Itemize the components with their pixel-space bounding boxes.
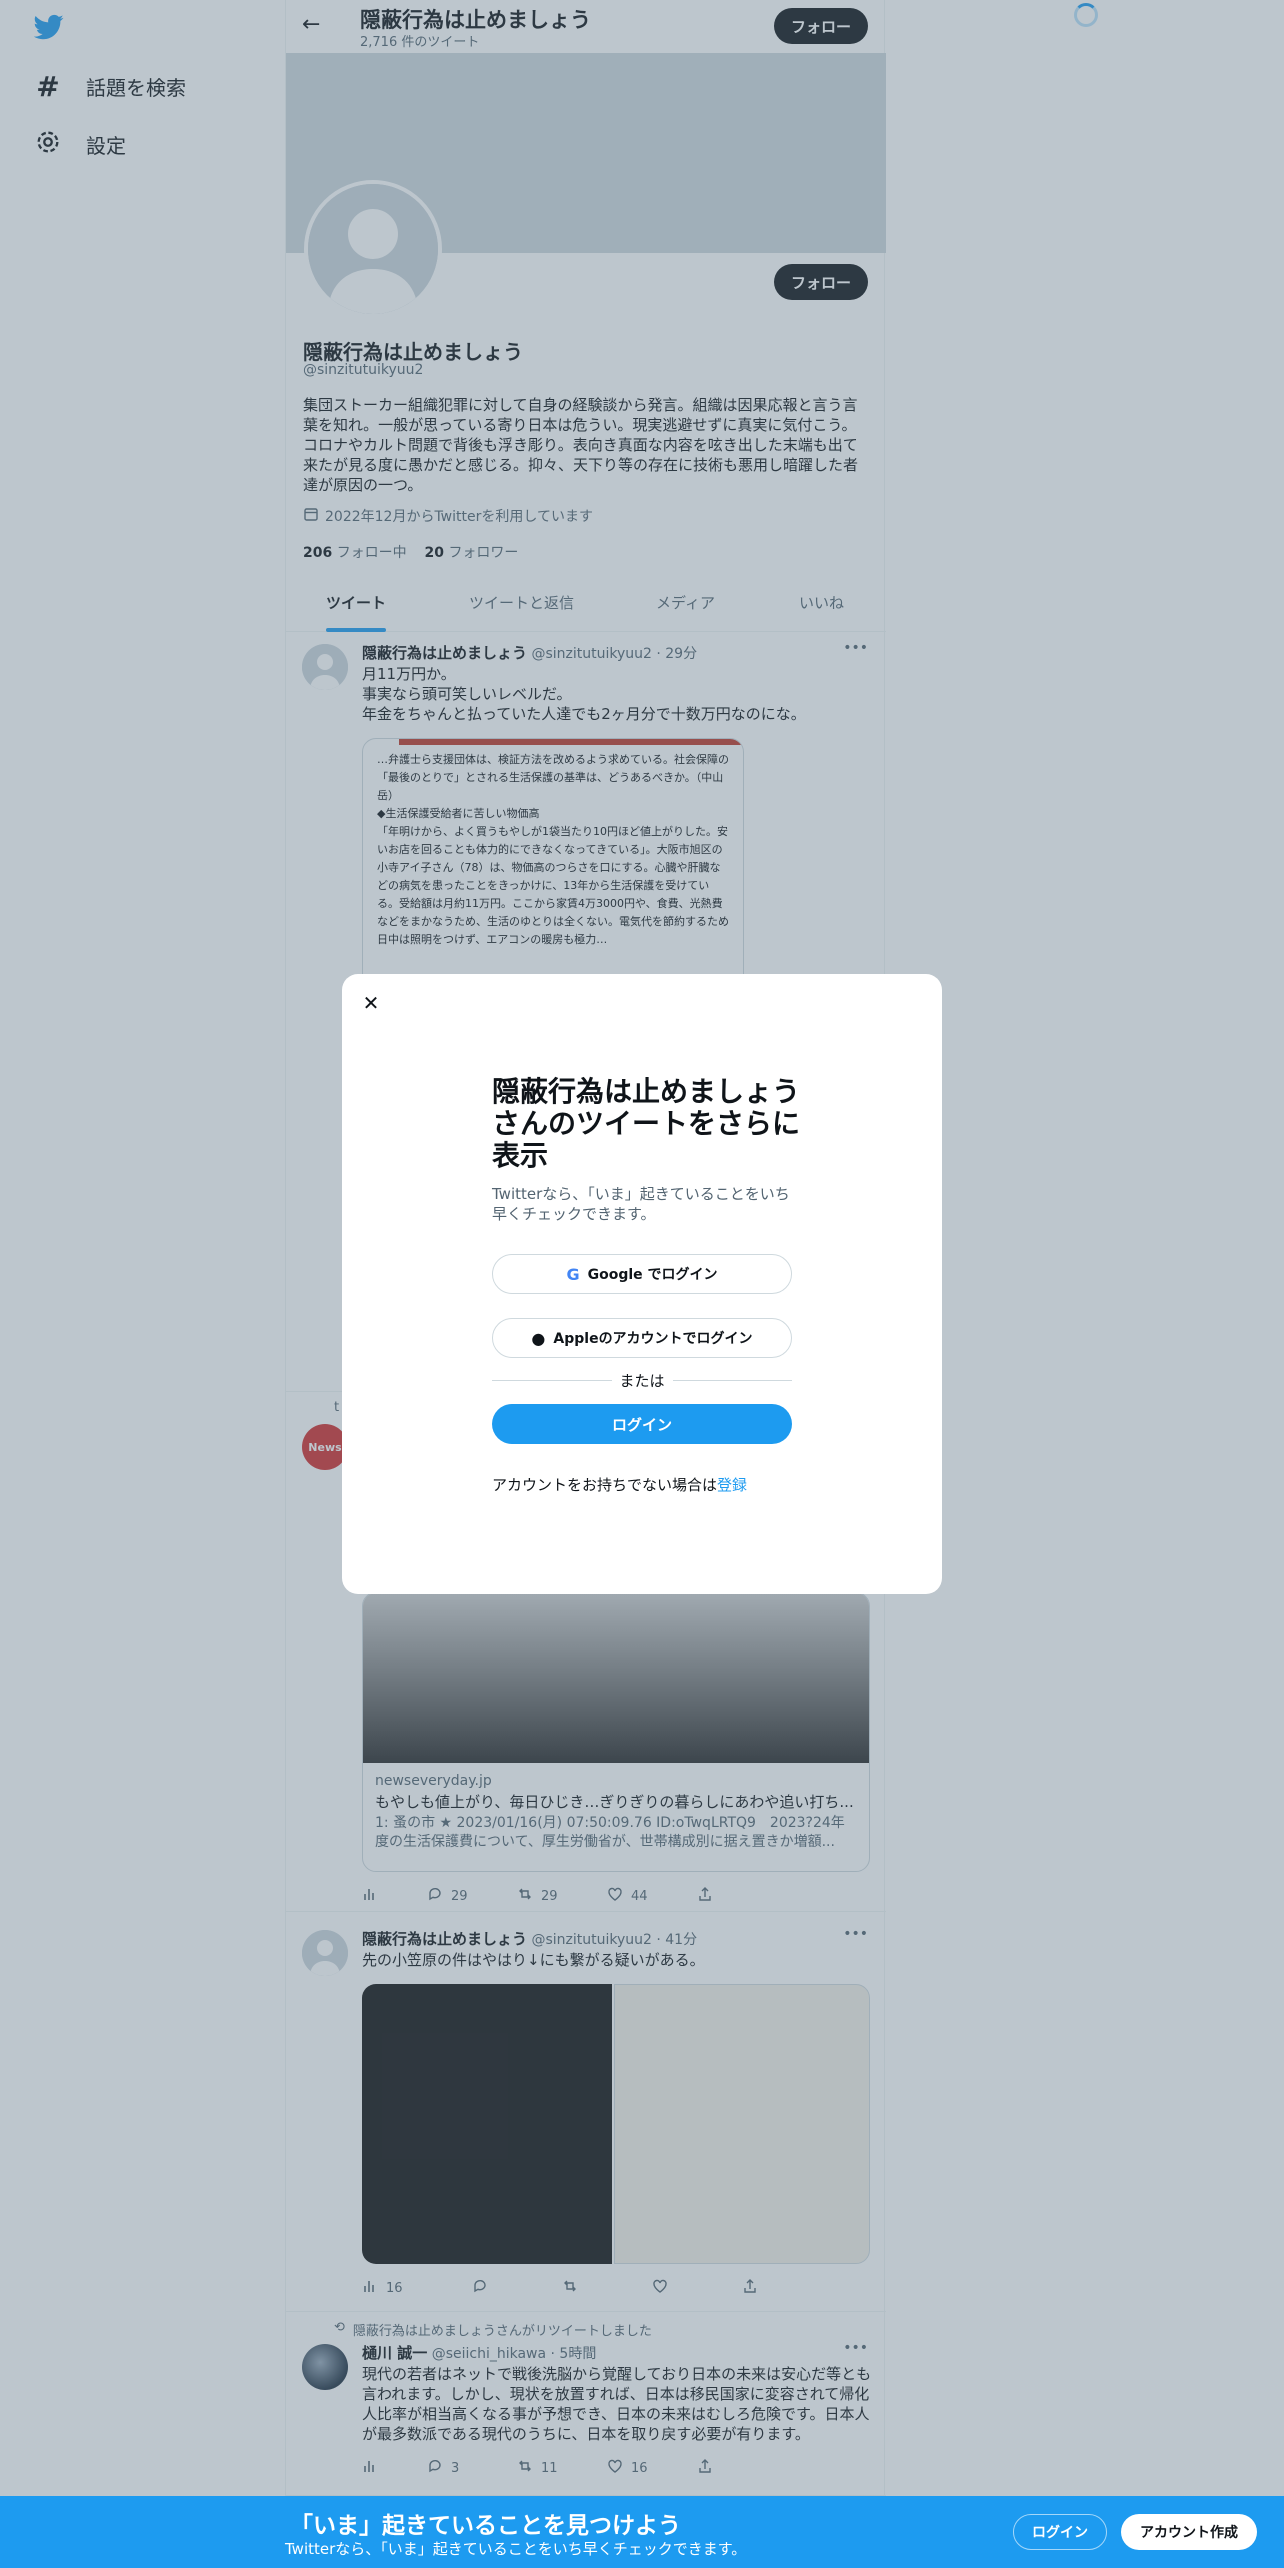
login-modal: ✕ 隠蔽行為は止めましょうさんのツイートをさらに表示 Twitterなら、「いま… bbox=[342, 974, 942, 1594]
bottom-bar-title: 「いま」起きていることを見つけよう bbox=[290, 2513, 681, 2539]
google-icon: G bbox=[566, 1264, 580, 1284]
modal-title: 隠蔽行為は止めましょうさんのツイートをさらに表示 bbox=[492, 1075, 801, 1172]
apple-login-button[interactable]: ● Appleのアカウントでログイン bbox=[492, 1318, 792, 1358]
signup-prompt: アカウントをお持ちでない場合は登録 bbox=[492, 1476, 748, 1494]
close-icon[interactable]: ✕ bbox=[356, 988, 386, 1018]
bottom-login-button[interactable]: ログイン bbox=[1013, 2514, 1107, 2550]
or-divider: または bbox=[492, 1370, 793, 1390]
signup-link[interactable]: 登録 bbox=[717, 1476, 747, 1494]
login-button[interactable]: ログイン bbox=[492, 1404, 792, 1444]
apple-icon: ● bbox=[531, 1328, 546, 1348]
bottom-signup-button[interactable]: アカウント作成 bbox=[1121, 2514, 1257, 2550]
bottom-bar-subtitle: Twitterなら、「いま」起きていることをいち早くチェックできます。 bbox=[285, 2540, 747, 2558]
google-login-button[interactable]: G Google でログイン bbox=[492, 1254, 792, 1294]
modal-subtitle: Twitterなら、「いま」起きていることをいち早くチェックできます。 bbox=[492, 1185, 790, 1223]
bottom-signup-bar: 「いま」起きていることを見つけよう Twitterなら、「いま」起きていることを… bbox=[0, 2496, 1284, 2568]
